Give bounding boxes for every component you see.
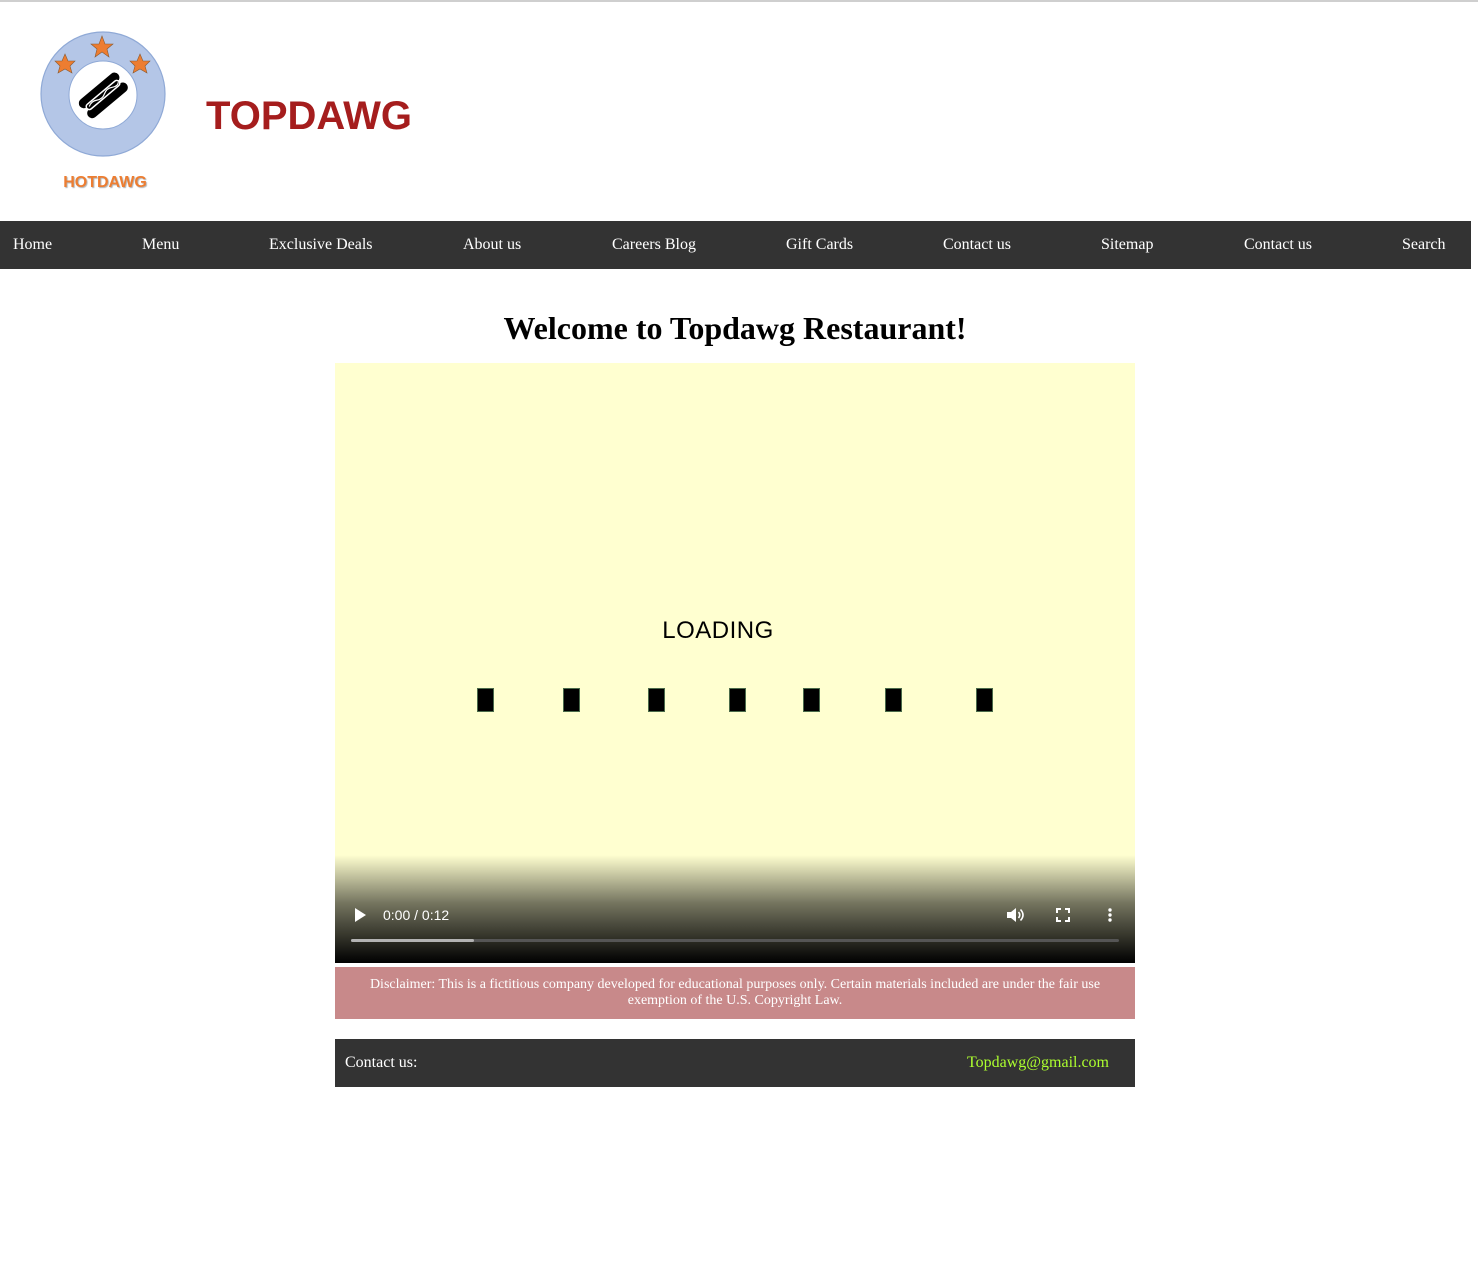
- video-loading-text: LOADING: [662, 617, 774, 644]
- more-options-button[interactable]: [1106, 907, 1114, 923]
- loader-block: [885, 688, 902, 712]
- video-time: 0:00 / 0:12: [383, 907, 450, 923]
- disclaimer-box: Disclaimer: This is a fictitious company…: [335, 967, 1135, 1019]
- play-button[interactable]: [353, 907, 367, 923]
- loader-block: [976, 688, 993, 712]
- site-header: HOTDAWG TOPDAWG: [0, 2, 1478, 221]
- nav-exclusive-deals[interactable]: Exclusive Deals: [269, 221, 373, 269]
- loader-block: [648, 688, 665, 712]
- play-icon: [355, 908, 366, 922]
- main-navigation: Home Menu Exclusive Deals About us Caree…: [0, 221, 1471, 269]
- hotdawg-logo[interactable]: HOTDAWG: [38, 28, 172, 198]
- loader-block: [803, 688, 820, 712]
- video-progress-bar[interactable]: [351, 939, 1119, 942]
- loader-block: [563, 688, 580, 712]
- mute-button[interactable]: [1005, 906, 1025, 924]
- site-footer: Contact us: Topdawg@gmail.com: [335, 1039, 1135, 1087]
- video-buffer-progress: [351, 939, 474, 942]
- disclaimer-text: Disclaimer: This is a fictitious company…: [369, 977, 1101, 1008]
- hotdawg-logo-graphic: [40, 31, 166, 157]
- nav-sitemap[interactable]: Sitemap: [1101, 221, 1153, 269]
- nav-home[interactable]: Home: [13, 221, 52, 269]
- footer-contact-label: Contact us:: [345, 1054, 418, 1071]
- nav-contact-us-2[interactable]: Contact us: [1244, 221, 1312, 269]
- nav-gift-cards[interactable]: Gift Cards: [786, 221, 853, 269]
- nav-menu[interactable]: Menu: [142, 221, 179, 269]
- brand-title: TOPDAWG: [206, 94, 412, 138]
- nav-search[interactable]: Search: [1402, 221, 1446, 269]
- fullscreen-icon: [1056, 908, 1070, 922]
- footer-email-link[interactable]: Topdawg@gmail.com: [967, 1039, 1109, 1087]
- loader-block: [477, 688, 494, 712]
- fullscreen-button[interactable]: [1056, 908, 1070, 922]
- nav-about-us[interactable]: About us: [463, 221, 521, 269]
- loader-block: [729, 688, 746, 712]
- nav-contact-us[interactable]: Contact us: [943, 221, 1011, 269]
- more-options-icon: [1108, 908, 1112, 922]
- volume-icon: [1007, 908, 1024, 922]
- page-title: Welcome to Topdawg Restaurant!: [503, 310, 967, 346]
- logo-text: HOTDAWG: [63, 174, 147, 191]
- nav-careers-blog[interactable]: Careers Blog: [612, 221, 696, 269]
- video-player[interactable]: LOADING 0:00 / 0:12: [335, 363, 1135, 963]
